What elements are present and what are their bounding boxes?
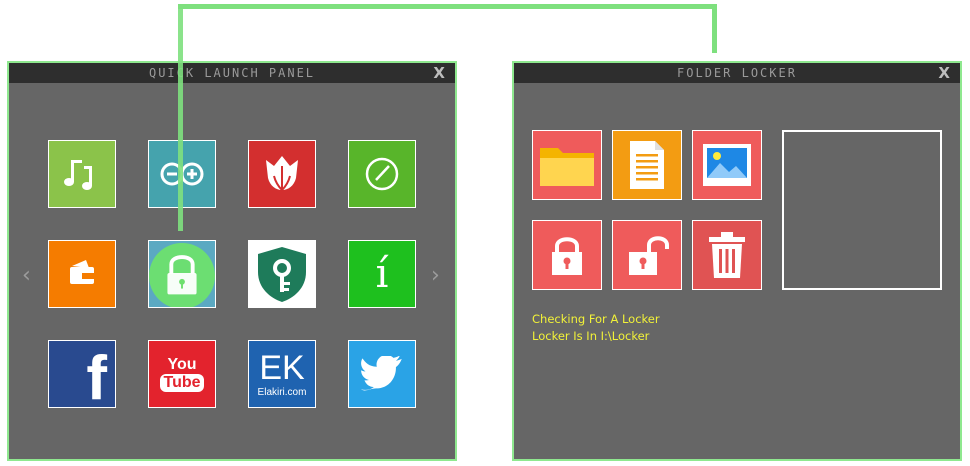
image-icon bbox=[703, 144, 751, 186]
wallet-app-tile[interactable] bbox=[48, 240, 116, 308]
locker-preview-panel bbox=[782, 130, 942, 290]
delete-button[interactable] bbox=[692, 220, 762, 290]
youtube-you-text: You bbox=[167, 356, 197, 373]
open-image-button[interactable] bbox=[692, 130, 762, 200]
music-app-tile[interactable] bbox=[48, 140, 116, 208]
next-page-arrow[interactable]: › bbox=[431, 265, 440, 287]
folder-icon bbox=[540, 148, 594, 186]
photo-tulip-app-tile[interactable] bbox=[248, 140, 316, 208]
quick-launch-close-button[interactable]: X bbox=[433, 63, 445, 83]
quick-launch-panel-window: QUICK LAUNCH PANEL X ‹ › í f You Tube EK… bbox=[7, 61, 457, 461]
clock-app-tile[interactable] bbox=[348, 140, 416, 208]
folder-locker-window: FOLDER LOCKER X Checking For A Locker Lo… bbox=[512, 61, 962, 461]
status-line-1: Checking For A Locker bbox=[532, 312, 660, 326]
facebook-icon: f bbox=[86, 344, 107, 408]
shield-key-icon bbox=[258, 247, 306, 302]
connector-line-left-drop bbox=[178, 4, 183, 231]
i-accent-icon: í bbox=[375, 251, 389, 297]
lock-button[interactable] bbox=[532, 220, 602, 290]
twitter-bird-icon bbox=[361, 356, 402, 391]
trash-icon bbox=[709, 232, 745, 278]
elakiri-app-tile[interactable]: EK Elakiri.com bbox=[248, 340, 316, 408]
youtube-icon: Tube bbox=[160, 374, 204, 392]
unlock-button[interactable] bbox=[612, 220, 682, 290]
open-document-button[interactable] bbox=[612, 130, 682, 200]
lock-open-icon bbox=[629, 236, 669, 275]
folder-locker-app-tile[interactable] bbox=[148, 240, 216, 308]
padlock-icon bbox=[149, 242, 215, 307]
status-line-2: Locker Is In I:\Locker bbox=[532, 329, 650, 343]
prev-page-arrow[interactable]: ‹ bbox=[22, 265, 31, 287]
folder-locker-title: FOLDER LOCKER bbox=[677, 66, 797, 80]
clock-icon bbox=[365, 157, 399, 191]
folder-locker-close-button[interactable]: X bbox=[938, 63, 950, 83]
connector-line-right-drop bbox=[712, 4, 717, 53]
twitter-app-tile[interactable] bbox=[348, 340, 416, 408]
elakiri-logo-icon: EK bbox=[259, 349, 305, 387]
music-note-icon bbox=[64, 160, 92, 190]
folder-locker-titlebar: FOLDER LOCKER X bbox=[514, 63, 960, 83]
document-icon bbox=[630, 141, 664, 189]
quick-launch-titlebar: QUICK LAUNCH PANEL X bbox=[9, 63, 455, 83]
facebook-app-tile[interactable]: f bbox=[48, 340, 116, 408]
elakiri-caption: Elakiri.com bbox=[257, 387, 307, 398]
lock-closed-icon bbox=[552, 237, 582, 275]
youtube-app-tile[interactable]: You Tube bbox=[148, 340, 216, 408]
key-shield-app-tile[interactable] bbox=[248, 240, 316, 308]
wallet-icon bbox=[70, 260, 94, 284]
open-folder-button[interactable] bbox=[532, 130, 602, 200]
connector-line-horizontal bbox=[178, 4, 717, 9]
ime-app-tile[interactable]: í bbox=[348, 240, 416, 308]
quick-launch-title: QUICK LAUNCH PANEL bbox=[148, 66, 316, 80]
tulip-icon bbox=[266, 156, 298, 191]
